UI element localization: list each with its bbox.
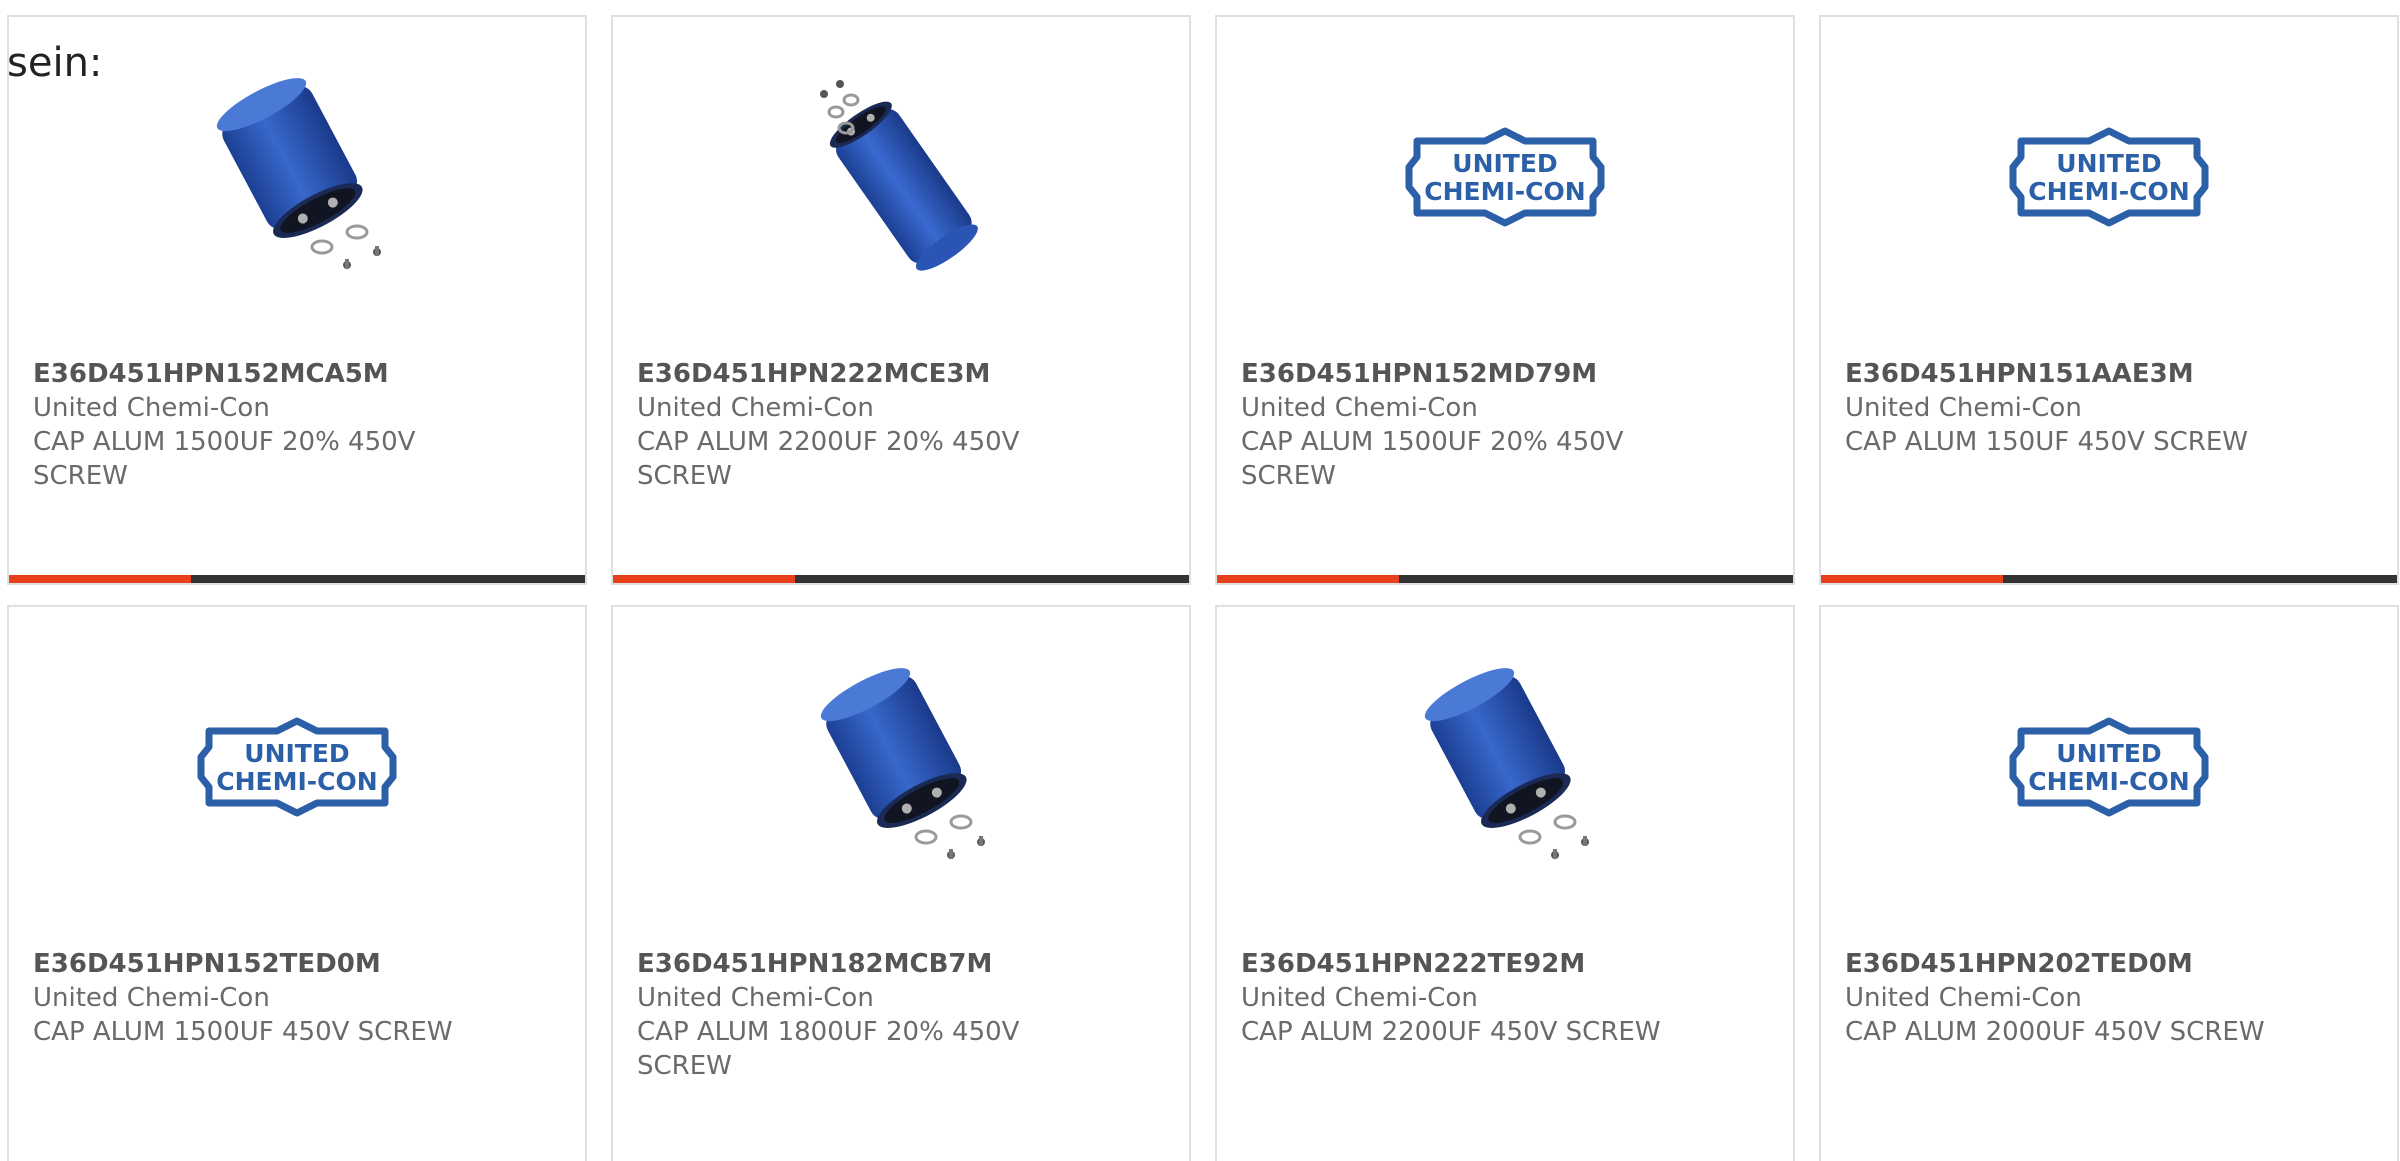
product-image[interactable]: UNITED CHEMI-CON <box>1821 662 2397 872</box>
manufacturer-name: United Chemi-Con <box>33 983 270 1013</box>
product-text: E36D451HPN222MCE3M United Chemi-Con CAP … <box>637 357 1165 493</box>
part-number[interactable]: E36D451HPN152TED0M <box>33 947 561 981</box>
product-description: CAP ALUM 1500UF 450V SCREW <box>33 1017 453 1047</box>
capacitor-with-screws-icon <box>216 78 381 269</box>
logo-line1: UNITED <box>2056 149 2161 178</box>
logo-line2: CHEMI-CON <box>2028 177 2189 206</box>
card-accent-bar <box>1217 575 1399 583</box>
product-text: E36D451HPN202TED0M United Chemi-Con CAP … <box>1845 947 2373 1049</box>
card-bottom-bar <box>1821 575 2397 583</box>
logo-line2: CHEMI-CON <box>216 767 377 796</box>
part-number[interactable]: E36D451HPN152MD79M <box>1241 357 1769 391</box>
logo-line1: UNITED <box>244 739 349 768</box>
united-chemi-con-logo: UNITED CHEMI-CON <box>2009 717 2209 817</box>
card-bottom-bar <box>1217 575 1793 583</box>
product-image[interactable] <box>613 662 1189 872</box>
product-text: E36D451HPN152TED0M United Chemi-Con CAP … <box>33 947 561 1049</box>
product-card[interactable]: E36D451HPN152MCA5M United Chemi-Con CAP … <box>7 15 587 585</box>
product-image[interactable]: UNITED CHEMI-CON <box>1217 72 1793 282</box>
logo-line2: CHEMI-CON <box>2028 767 2189 796</box>
capacitor-with-screws-icon <box>820 668 985 859</box>
part-number[interactable]: E36D451HPN222TE92M <box>1241 947 1769 981</box>
product-text: E36D451HPN222TE92M United Chemi-Con CAP … <box>1241 947 1769 1049</box>
card-accent-bar <box>1821 575 2003 583</box>
product-card[interactable]: UNITED CHEMI-CON E36D451HPN202TED0M Unit… <box>1819 605 2399 1161</box>
product-image[interactable] <box>613 72 1189 282</box>
product-image[interactable] <box>9 72 585 282</box>
united-chemi-con-logo: UNITED CHEMI-CON <box>2009 127 2209 227</box>
card-accent-bar <box>9 575 191 583</box>
product-description: CAP ALUM 1800UF 20% 450V SCREW <box>637 1017 1020 1081</box>
logo-line1: UNITED <box>2056 739 2161 768</box>
product-card[interactable]: UNITED CHEMI-CON E36D451HPN152TED0M Unit… <box>7 605 587 1161</box>
product-description: CAP ALUM 2000UF 450V SCREW <box>1845 1017 2265 1047</box>
united-chemi-con-logo: UNITED CHEMI-CON <box>1405 127 1605 227</box>
card-accent-bar <box>613 575 795 583</box>
product-text: E36D451HPN152MCA5M United Chemi-Con CAP … <box>33 357 561 493</box>
product-description: CAP ALUM 2200UF 450V SCREW <box>1241 1017 1661 1047</box>
manufacturer-name: United Chemi-Con <box>1241 983 1478 1013</box>
product-description: CAP ALUM 1500UF 20% 450V SCREW <box>1241 427 1624 491</box>
manufacturer-name: United Chemi-Con <box>637 393 874 423</box>
product-image[interactable]: UNITED CHEMI-CON <box>1821 72 2397 282</box>
product-text: E36D451HPN152MD79M United Chemi-Con CAP … <box>1241 357 1769 493</box>
logo-line1: UNITED <box>1452 149 1557 178</box>
page: sein: E36D451HPN152MCA5M United Chemi-Co… <box>0 0 2400 1161</box>
tall-capacitor-icon <box>820 80 978 271</box>
product-card[interactable]: E36D451HPN182MCB7M United Chemi-Con CAP … <box>611 605 1191 1161</box>
product-grid: E36D451HPN152MCA5M United Chemi-Con CAP … <box>7 15 2399 1161</box>
product-image[interactable] <box>1217 662 1793 872</box>
part-number[interactable]: E36D451HPN222MCE3M <box>637 357 1165 391</box>
product-description: CAP ALUM 1500UF 20% 450V SCREW <box>33 427 416 491</box>
manufacturer-name: United Chemi-Con <box>637 983 874 1013</box>
part-number[interactable]: E36D451HPN151AAE3M <box>1845 357 2373 391</box>
manufacturer-name: United Chemi-Con <box>1241 393 1478 423</box>
manufacturer-name: United Chemi-Con <box>33 393 270 423</box>
card-bottom-bar <box>9 575 585 583</box>
product-description: CAP ALUM 2200UF 20% 450V SCREW <box>637 427 1020 491</box>
product-card[interactable]: UNITED CHEMI-CON E36D451HPN151AAE3M Unit… <box>1819 15 2399 585</box>
intro-text: sein: <box>7 40 103 86</box>
part-number[interactable]: E36D451HPN202TED0M <box>1845 947 2373 981</box>
part-number[interactable]: E36D451HPN152MCA5M <box>33 357 561 391</box>
united-chemi-con-logo: UNITED CHEMI-CON <box>197 717 397 817</box>
product-image[interactable]: UNITED CHEMI-CON <box>9 662 585 872</box>
part-number[interactable]: E36D451HPN182MCB7M <box>637 947 1165 981</box>
product-text: E36D451HPN182MCB7M United Chemi-Con CAP … <box>637 947 1165 1083</box>
card-bottom-bar <box>613 575 1189 583</box>
product-card[interactable]: UNITED CHEMI-CON E36D451HPN152MD79M Unit… <box>1215 15 1795 585</box>
manufacturer-name: United Chemi-Con <box>1845 393 2082 423</box>
product-card[interactable]: E36D451HPN222MCE3M United Chemi-Con CAP … <box>611 15 1191 585</box>
product-text: E36D451HPN151AAE3M United Chemi-Con CAP … <box>1845 357 2373 459</box>
logo-line2: CHEMI-CON <box>1424 177 1585 206</box>
capacitor-with-screws-icon <box>1424 668 1589 859</box>
product-description: CAP ALUM 150UF 450V SCREW <box>1845 427 2248 457</box>
manufacturer-name: United Chemi-Con <box>1845 983 2082 1013</box>
product-card[interactable]: E36D451HPN222TE92M United Chemi-Con CAP … <box>1215 605 1795 1161</box>
